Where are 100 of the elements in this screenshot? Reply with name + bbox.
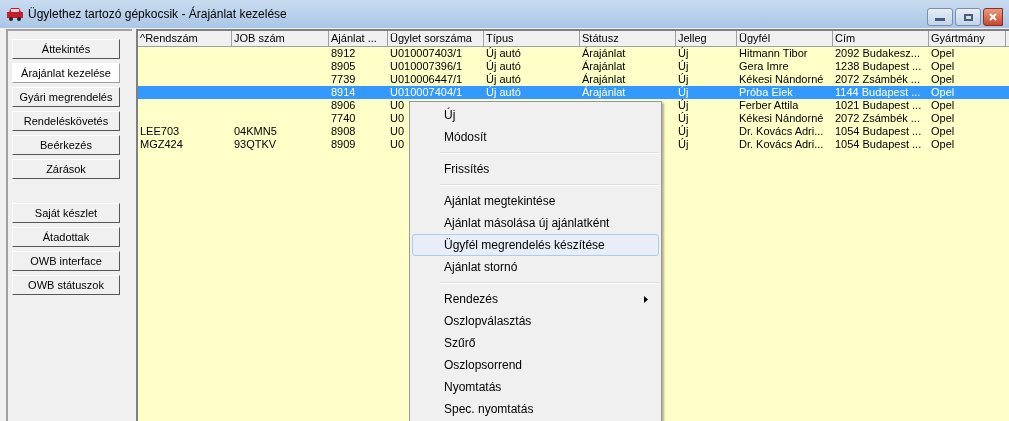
table-cell: 8908 bbox=[331, 125, 356, 137]
table-cell: 1021 Budapest ... bbox=[835, 99, 922, 111]
table-cell: Új autó bbox=[486, 86, 521, 98]
table-cell: Új bbox=[678, 112, 689, 124]
maximize-button[interactable] bbox=[955, 8, 981, 26]
sidebar-button[interactable]: Átadottak bbox=[12, 227, 120, 247]
column-header[interactable]: Ügyfél bbox=[737, 31, 833, 46]
table-cell: Új bbox=[678, 73, 689, 85]
table-cell: Opel bbox=[931, 47, 955, 59]
column-header[interactable]: Ajánlat ... bbox=[329, 31, 388, 46]
table-cell: Kékesi Nándorné bbox=[739, 112, 824, 124]
window-title: Ügylethez tartozó gépkocsik - Árajánlat kezelése bbox=[28, 5, 287, 23]
table-cell: Új autó bbox=[486, 47, 521, 59]
table-cell: Új bbox=[678, 60, 689, 72]
close-button[interactable] bbox=[983, 8, 1003, 26]
car-icon bbox=[6, 6, 24, 22]
table-cell: Dr. Kovács Adri... bbox=[739, 125, 824, 137]
menu-item[interactable]: Frissítés bbox=[412, 158, 659, 180]
table-cell: Gera Imre bbox=[739, 60, 789, 72]
table-cell: U0 bbox=[390, 138, 405, 150]
sidebar-button[interactable]: Rendeléskövetés bbox=[12, 111, 120, 131]
column-header[interactable]: JOB szám bbox=[232, 31, 329, 46]
table-cell: MGZ424 bbox=[140, 138, 183, 150]
menu-item[interactable]: Ajánlat stornó bbox=[412, 256, 659, 278]
table-cell: Opel bbox=[931, 112, 955, 124]
table-cell: Új bbox=[678, 125, 689, 137]
table-cell: Opel bbox=[931, 138, 955, 150]
table-cell: U0 bbox=[390, 99, 405, 111]
menu-item[interactable]: Ajánlat másolása új ajánlatként bbox=[412, 212, 659, 234]
table-cell: Árajánlat bbox=[582, 73, 626, 85]
table-cell: 8914 bbox=[331, 86, 356, 98]
column-header[interactable]: Gyártmány bbox=[929, 31, 1006, 46]
table-cell: 7740 bbox=[331, 112, 356, 124]
table-cell: Új autó bbox=[486, 60, 521, 72]
table-cell: 8906 bbox=[331, 99, 356, 111]
sidebar-button[interactable]: Beérkezés bbox=[12, 135, 120, 155]
menu-item[interactable]: Nyomtatás bbox=[412, 376, 659, 398]
table-cell: 7739 bbox=[331, 73, 356, 85]
table-cell: 8905 bbox=[331, 60, 356, 72]
sidebar-button[interactable]: Árajánlat kezelése bbox=[12, 63, 120, 83]
menu-item[interactable]: Módosít bbox=[412, 126, 659, 148]
column-header[interactable]: ^Rendszám bbox=[138, 31, 232, 46]
table-cell: U010007403/1 bbox=[390, 47, 463, 59]
table-cell: 1054 Budapest ... bbox=[835, 125, 922, 137]
column-header[interactable]: Ügylet sorszáma bbox=[388, 31, 484, 46]
menu-item[interactable]: Rendezés bbox=[412, 288, 659, 310]
minimize-button[interactable] bbox=[927, 8, 953, 26]
table-cell: Opel bbox=[931, 73, 955, 85]
table-cell: 2092 Budakesz... bbox=[835, 47, 920, 59]
table-cell: Új bbox=[678, 47, 689, 59]
sidebar-button[interactable]: Áttekintés bbox=[12, 39, 120, 59]
table-cell: Árajánlat bbox=[582, 47, 626, 59]
table-cell: 1054 Budapest ... bbox=[835, 138, 922, 150]
table-cell: U010007404/1 bbox=[390, 86, 463, 98]
table-cell: Árajánlat bbox=[582, 86, 626, 98]
close-icon bbox=[989, 13, 997, 21]
column-header[interactable]: Jelleg bbox=[676, 31, 737, 46]
table-cell: Opel bbox=[931, 125, 955, 137]
table-cell: 2072 Zsámbék ... bbox=[835, 112, 920, 124]
table-cell: U0 bbox=[390, 112, 405, 124]
table-cell: Új autó bbox=[486, 73, 521, 85]
table-cell: U0 bbox=[390, 125, 405, 137]
column-header[interactable]: Típus bbox=[484, 31, 580, 46]
table-cell: 2072 Zsámbék ... bbox=[835, 73, 920, 85]
table-cell: Opel bbox=[931, 99, 955, 111]
sidebar-button[interactable]: OWB státuszok bbox=[12, 275, 120, 295]
table-cell: Opel bbox=[931, 60, 955, 72]
table-cell: LEE703 bbox=[140, 125, 180, 137]
menu-item[interactable]: Ajánlat megtekintése bbox=[412, 190, 659, 212]
table-cell: Új bbox=[678, 86, 689, 98]
submenu-arrow-icon bbox=[644, 295, 648, 303]
table-cell: 8909 bbox=[331, 138, 356, 150]
table-cell: U010007396/1 bbox=[390, 60, 463, 72]
menu-item[interactable]: Új bbox=[412, 104, 659, 126]
table-cell: Új bbox=[678, 99, 689, 111]
menu-item[interactable]: Ügyfél megrendelés készítése bbox=[412, 234, 659, 256]
sidebar-button[interactable]: Saját készlet bbox=[12, 203, 120, 223]
sidebar-button[interactable]: Gyári megrendelés bbox=[12, 87, 120, 107]
table-cell: Új bbox=[678, 138, 689, 150]
table-cell: U010006447/1 bbox=[390, 73, 463, 85]
table-cell: 04KMN5 bbox=[234, 125, 277, 137]
table-cell: Hitmann Tibor bbox=[739, 47, 808, 59]
column-header[interactable]: Cím bbox=[833, 31, 929, 46]
table-cell: Opel bbox=[931, 86, 955, 98]
table-cell: 93QTKV bbox=[234, 138, 277, 150]
table-cell: 8912 bbox=[331, 47, 356, 59]
menu-item[interactable]: Oszlopválasztás bbox=[412, 310, 659, 332]
column-header[interactable]: Státusz bbox=[580, 31, 676, 46]
menu-item[interactable]: Spec. nyomtatás bbox=[412, 398, 659, 420]
table-cell: 1144 Budapest ... bbox=[835, 86, 921, 98]
sidebar-button[interactable]: Zárások bbox=[12, 159, 120, 179]
table-cell: Kékesi Nándorné bbox=[739, 73, 824, 85]
menu-item[interactable]: Szűrő bbox=[412, 332, 659, 354]
table-cell: Árajánlat bbox=[582, 60, 626, 72]
sidebar-button[interactable]: OWB interface bbox=[12, 251, 120, 271]
menu-item[interactable]: Oszlopsorrend bbox=[412, 354, 659, 376]
table-cell: Ferber Attila bbox=[739, 99, 799, 111]
table-cell: Próba Elek bbox=[739, 86, 793, 98]
table-cell: 1238 Budapest ... bbox=[835, 60, 922, 72]
table-cell: Dr. Kovács Adri... bbox=[739, 138, 824, 150]
